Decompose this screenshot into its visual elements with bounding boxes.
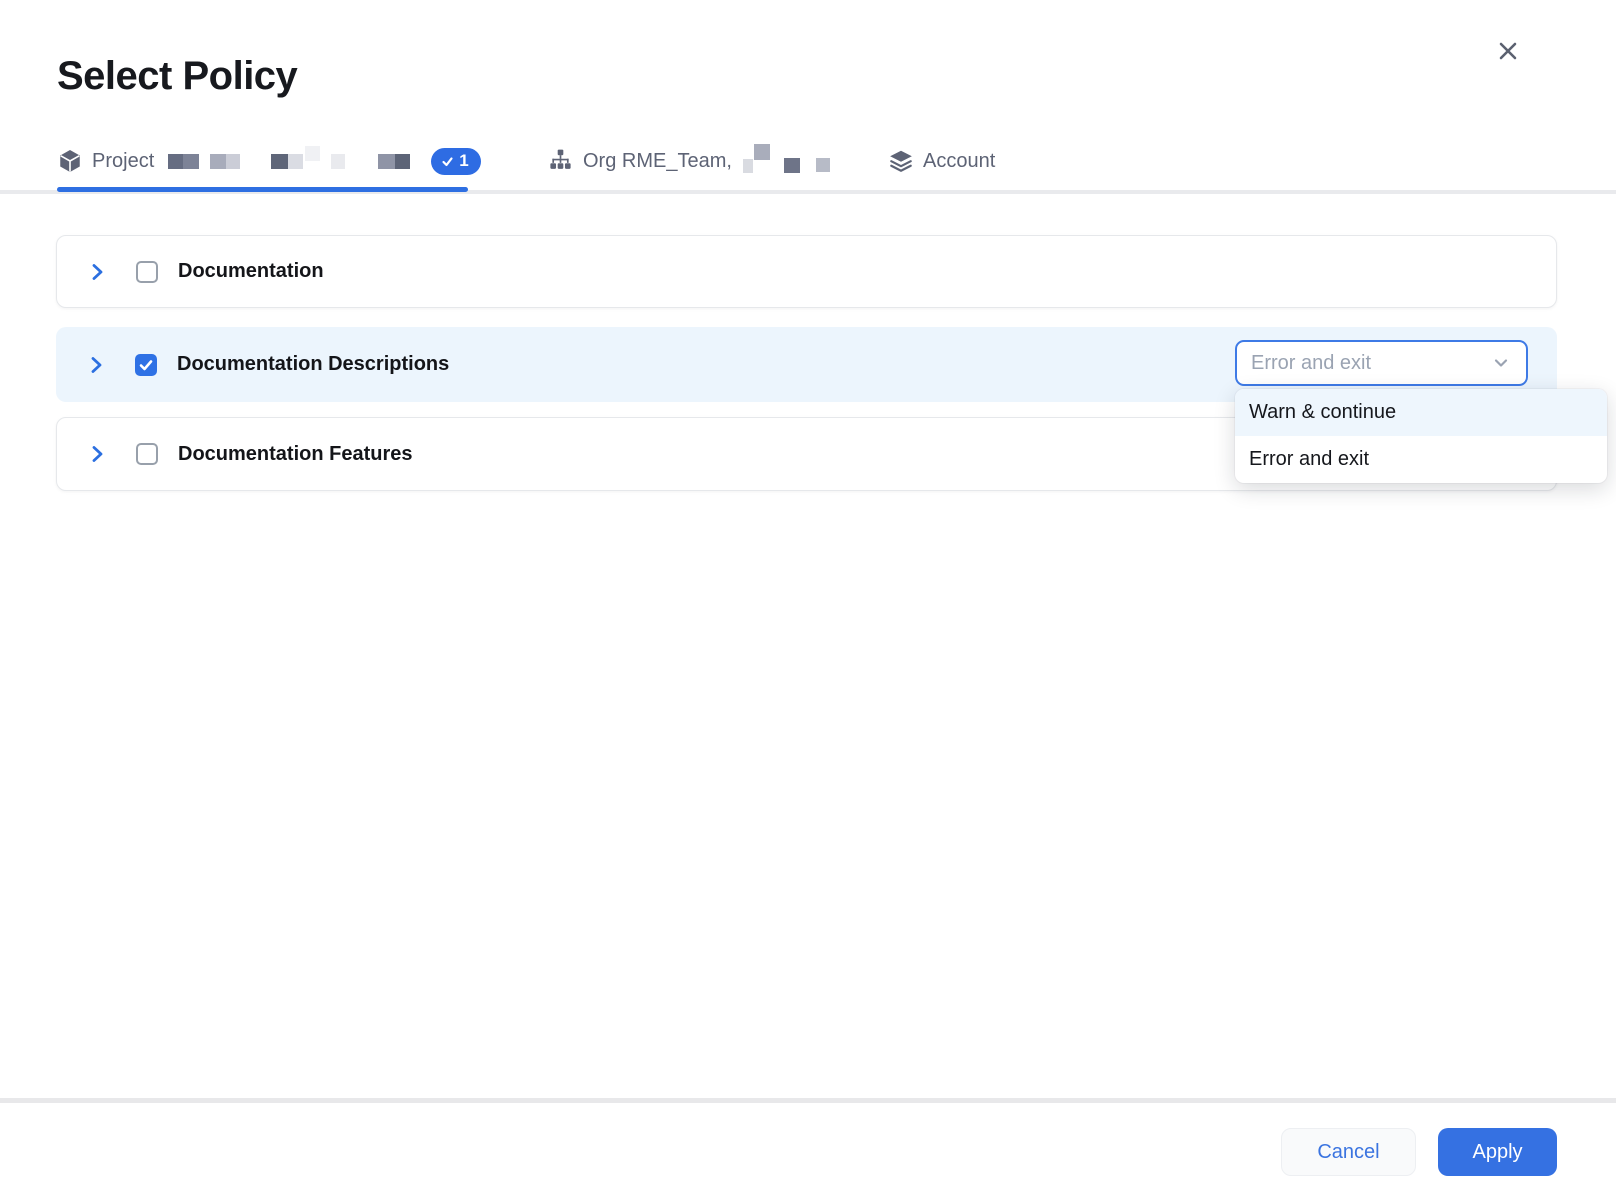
selected-count-badge: 1 bbox=[431, 148, 480, 175]
checkbox-documentation-features[interactable] bbox=[136, 443, 158, 465]
tab-account[interactable]: Account bbox=[888, 144, 995, 178]
policy-label: Documentation bbox=[178, 260, 324, 283]
org-chart-icon bbox=[548, 148, 574, 174]
close-button[interactable] bbox=[1490, 33, 1526, 69]
check-icon bbox=[138, 357, 154, 373]
enforcement-dropdown-menu: Warn & continue Error and exit bbox=[1235, 389, 1607, 483]
page-title: Select Policy bbox=[57, 54, 297, 99]
expand-chevron-icon[interactable] bbox=[86, 355, 106, 375]
cube-icon bbox=[57, 148, 83, 174]
redacted-text bbox=[163, 154, 410, 169]
enforcement-select[interactable]: Error and exit bbox=[1235, 340, 1528, 386]
cancel-button[interactable]: Cancel bbox=[1281, 1128, 1416, 1176]
option-warn-and-continue[interactable]: Warn & continue bbox=[1235, 389, 1607, 436]
close-icon bbox=[1494, 37, 1522, 65]
option-error-and-exit[interactable]: Error and exit bbox=[1235, 436, 1607, 483]
select-value: Error and exit bbox=[1251, 352, 1371, 375]
expand-chevron-icon[interactable] bbox=[87, 262, 107, 282]
policy-row-documentation[interactable]: Documentation bbox=[56, 235, 1557, 308]
footer-divider bbox=[0, 1098, 1616, 1103]
layers-icon bbox=[888, 148, 914, 174]
tab-project-label: Project bbox=[92, 150, 154, 173]
active-tab-underline bbox=[57, 187, 468, 192]
policy-label: Documentation Features bbox=[178, 443, 412, 466]
tab-org-label: Org RME_Team, bbox=[583, 150, 732, 173]
checkbox-documentation-descriptions[interactable] bbox=[135, 354, 157, 376]
expand-chevron-icon[interactable] bbox=[87, 444, 107, 464]
tab-org[interactable]: Org RME_Team, bbox=[548, 144, 830, 178]
checkbox-documentation[interactable] bbox=[136, 261, 158, 283]
tab-project[interactable]: Project 1 bbox=[57, 144, 481, 178]
redacted-text bbox=[741, 153, 830, 169]
badge-count: 1 bbox=[459, 151, 468, 171]
apply-button[interactable]: Apply bbox=[1438, 1128, 1557, 1176]
tab-account-label: Account bbox=[923, 150, 995, 173]
policy-label: Documentation Descriptions bbox=[177, 353, 449, 376]
chevron-down-icon bbox=[1490, 352, 1512, 374]
check-icon bbox=[441, 155, 454, 168]
